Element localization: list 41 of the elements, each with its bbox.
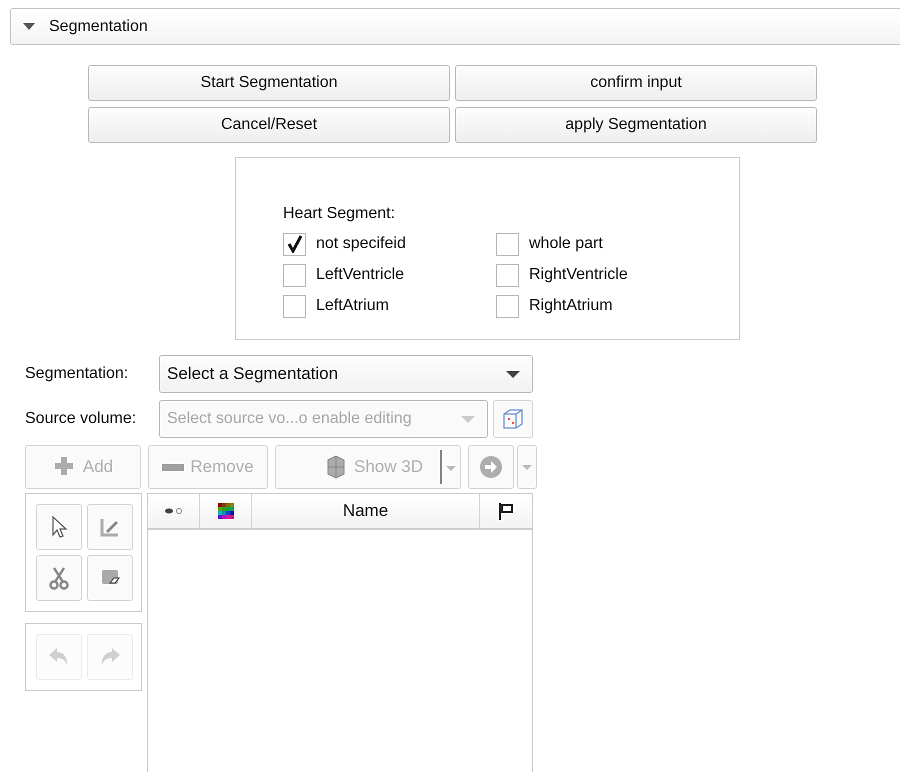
checkbox[interactable] [496, 232, 519, 256]
checkbox-option[interactable]: LeftVentricle [283, 263, 496, 287]
checkbox[interactable] [283, 264, 306, 286]
dropdown-placeholder: Select source vo...o enable editing [167, 409, 412, 429]
action-button[interactable]: apply Segmentation [455, 107, 817, 143]
action-button[interactable]: Cancel/Reset [88, 107, 450, 143]
caret-icon [506, 370, 520, 378]
group-label: Heart Segment: [283, 204, 396, 224]
volume-button[interactable] [493, 400, 533, 438]
caret-icon [461, 416, 475, 422]
checkbox-option[interactable]: RightAtrium [496, 294, 696, 318]
field-label: Segmentation: [25, 364, 130, 384]
arrow-circle-icon [479, 455, 503, 479]
field-label: Source volume: [25, 409, 138, 429]
checkbox-option[interactable]: whole part [496, 232, 696, 256]
eye-icon [164, 507, 182, 515]
checkbox-option[interactable]: LeftAtrium [283, 294, 496, 318]
scissors-icon [47, 566, 71, 590]
section-header[interactable]: Segmentation [10, 8, 900, 45]
checkbox-option[interactable]: not specifeid [283, 232, 496, 256]
cube-icon [501, 407, 525, 431]
checkbox-option[interactable]: RightVentricle [496, 263, 696, 287]
checkbox[interactable] [283, 294, 306, 318]
flag-icon [497, 502, 515, 520]
caret-icon [446, 466, 456, 471]
action-button[interactable]: confirm input [455, 65, 817, 101]
collapse-arrow-icon [23, 22, 35, 30]
caret-icon [522, 464, 532, 470]
color-grid-icon [218, 503, 234, 519]
minus-icon [162, 464, 184, 470]
tool-button[interactable] [36, 504, 82, 550]
segmentation-dropdown[interactable]: Select a Segmentation [159, 355, 533, 393]
dropdown-value: Select a Segmentation [167, 363, 338, 386]
section-title: Segmentation [49, 16, 148, 36]
checkbox[interactable] [496, 264, 519, 286]
checkbox[interactable] [283, 232, 306, 256]
dropdown-button[interactable] [517, 445, 537, 489]
action-button[interactable]: Start Segmentation [88, 65, 450, 101]
checkbox[interactable] [496, 294, 519, 318]
checkmark-icon [286, 235, 302, 253]
tool-button[interactable] [36, 555, 82, 601]
